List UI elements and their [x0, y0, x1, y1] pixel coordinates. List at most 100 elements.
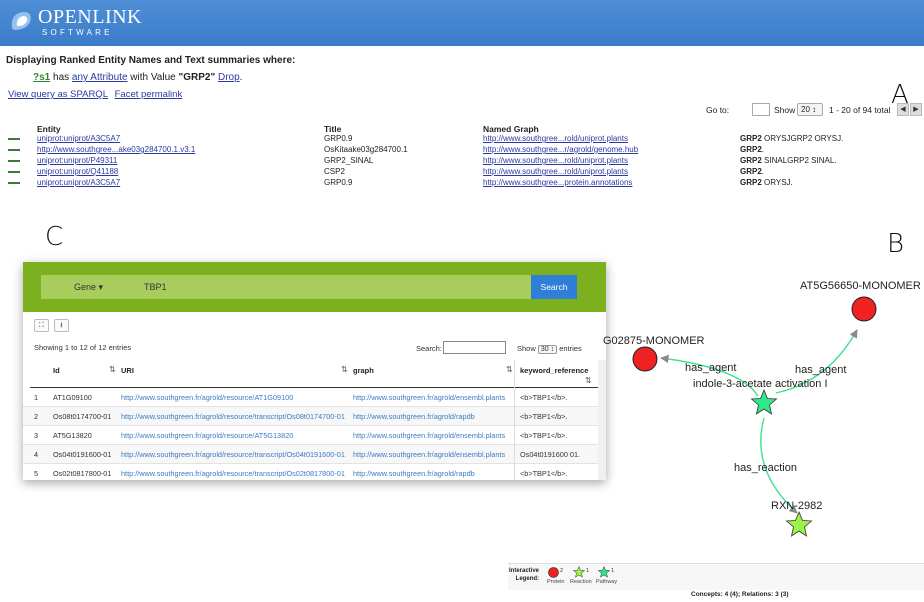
table-info: Showing 1 to 12 of 12 entries [34, 343, 132, 352]
entity-link[interactable]: uniprot:uniprot/P49311 [37, 156, 117, 165]
table-row[interactable]: 1 AT1G09100 http://www.southgreen.fr/agr… [23, 388, 606, 407]
summary-match: GRP2 [740, 134, 762, 143]
row-uri-link[interactable]: http://www.southgreen.fr/agrold/resource… [121, 426, 293, 445]
text-summary: GRP2 SINALGRP2 SINAL. [740, 156, 837, 165]
legend-reaction-icon[interactable] [573, 566, 585, 578]
goto-label: Go to: [706, 105, 730, 115]
column-title: Title [324, 124, 342, 134]
panel-label-c: C [45, 222, 64, 252]
named-graph-link[interactable]: http://www.southgree...rold/uniprot.plan… [483, 134, 628, 143]
reaction-node-star[interactable] [785, 510, 813, 537]
legend-protein-icon[interactable] [548, 567, 559, 578]
protein-node-g02875[interactable] [632, 346, 658, 372]
row-marker [8, 149, 20, 151]
drop-link[interactable]: Drop [218, 72, 240, 83]
node-label-g02875: G02875-MONOMER [603, 335, 705, 347]
legend-reaction-count: 1 [586, 568, 590, 574]
named-graph-link[interactable]: http://www.southgree...rold/uniprot.plan… [483, 156, 628, 165]
row-graph-link[interactable]: http://www.southgreen.fr/agrold/rapdb [353, 407, 475, 426]
named-graph-link[interactable]: http://www.southgree...rold/uniprot.plan… [483, 167, 628, 176]
row-graph-link[interactable]: http://www.southgreen.fr/agrold/ensembl.… [353, 388, 505, 407]
row-graph-link[interactable]: http://www.southgreen.fr/agrold/ensembl.… [353, 426, 505, 445]
row-number: 3 [34, 431, 39, 440]
entries-select[interactable]: 30 ↕ [537, 345, 558, 354]
row-marker [8, 160, 20, 162]
entity-link[interactable]: uniprot:uniprot/A3C5A7 [37, 178, 120, 187]
prev-page-icon[interactable]: ◀ [897, 103, 909, 116]
named-graph-link[interactable]: http://www.southgree...protein.annotatio… [483, 178, 632, 187]
has-text: has [53, 72, 70, 83]
row-graph-link[interactable]: http://www.southgreen.fr/agrold/ensembl.… [353, 445, 505, 464]
table-search-input[interactable] [443, 341, 506, 354]
entity-link[interactable]: uniprot:uniprot/A3C5A7 [37, 134, 120, 143]
column-divider [514, 360, 515, 480]
subject-variable-link[interactable]: ?s1 [33, 72, 50, 83]
entity-link[interactable]: http://www.southgree...ake03g284700.1.v3… [37, 145, 195, 154]
row-uri-link[interactable]: http://www.southgreen.fr/agrold/resource… [121, 445, 345, 464]
entity-title: GRP2_SINAL [324, 156, 374, 165]
goto-input[interactable] [752, 103, 770, 116]
result-row: uniprot:uniprot/A3C5A7 GRP0.9 http://www… [0, 178, 924, 189]
column-graph[interactable]: graph [353, 366, 374, 375]
result-row: uniprot:uniprot/Q41188 CSP2 http://www.s… [0, 167, 924, 178]
text-summary: GRP2 ORYSJ. [740, 178, 793, 187]
search-button[interactable]: Search [531, 275, 577, 299]
legend-pathway-label: Pathway [596, 579, 618, 585]
protein-node-at5g56650[interactable] [851, 296, 877, 322]
row-keyword: <b>TBP1</b>. [520, 431, 568, 440]
legend-pathway-count: 1 [611, 568, 615, 574]
row-uri-link[interactable]: http://www.southgreen.fr/agrold/resource… [121, 464, 345, 480]
show-label: Show [774, 105, 796, 115]
column-id[interactable]: Id [53, 366, 60, 375]
column-entity: Entity [37, 124, 61, 134]
edge-label-has-agent-left: has_agent [685, 362, 736, 374]
text-summary: GRP2 ORYSJGRP2 ORYSJ. [740, 134, 843, 143]
row-id: Os02t0817800-01 [53, 469, 112, 478]
expand-icon[interactable]: ⛶ [34, 319, 49, 332]
facet-permalink-link[interactable]: Facet permalink [115, 89, 183, 100]
legend-title: Interactive Legend: [509, 568, 540, 582]
row-uri-link[interactable]: http://www.southgreen.fr/agrold/resource… [121, 388, 293, 407]
summary-rest: ORYSJGRP2 ORYSJ. [761, 134, 844, 143]
row-graph-link[interactable]: http://www.southgreen.fr/agrold/rapdb [353, 464, 475, 480]
panel-label-b: B [887, 229, 905, 259]
with-value-text: with Value [130, 72, 176, 83]
view-sparql-link[interactable]: View query as SPARQL [8, 89, 108, 100]
sort-icon[interactable]: ⇅ [506, 365, 513, 374]
row-number: 2 [34, 412, 39, 421]
summary-match: GRP2 [740, 156, 762, 165]
sort-icon[interactable]: ⇅ [109, 365, 116, 374]
concepts-relations-summary: Concepts: 4 (4); Relations: 3 (3) [691, 591, 789, 598]
result-row: http://www.southgree...ake03g284700.1.v3… [0, 145, 924, 156]
page-size-select[interactable]: 20 ↕ [797, 103, 823, 116]
column-keyword-reference[interactable]: keyword_reference [520, 366, 588, 375]
pathway-node-star[interactable] [750, 388, 778, 415]
node-label-pathway: indole-3-acetate activation I [693, 378, 828, 390]
row-marker [8, 171, 20, 173]
table-row[interactable]: 4 Os04t0191600-01 http://www.southgreen.… [23, 445, 606, 464]
sort-icon[interactable]: ⇅ [341, 365, 348, 374]
entity-link[interactable]: uniprot:uniprot/Q41188 [37, 167, 118, 176]
drop-period: . [239, 72, 243, 83]
legend-protein-label: Protein [547, 579, 565, 585]
search-type-dropdown[interactable]: Gene ▾ [41, 275, 136, 299]
column-uri[interactable]: URI [121, 366, 134, 375]
result-range: 1 - 20 of 94 total [829, 105, 891, 115]
table-row[interactable]: 5 Os02t0817800-01 http://www.southgreen.… [23, 464, 606, 480]
download-icon[interactable]: ⭳ [54, 319, 69, 332]
table-row[interactable]: 2 Os08t0174700-01 http://www.southgreen.… [23, 407, 606, 426]
network-graph[interactable]: AT5G56650-MONOMER G02875-MONOMER indole-… [580, 270, 924, 560]
summary-rest: . [761, 167, 765, 176]
row-id: AT5G13820 [53, 431, 92, 440]
openlink-logo[interactable]: OPENLINK SOFTWARE [8, 6, 142, 40]
summary-match: GRP2 [740, 145, 762, 154]
named-graph-link[interactable]: http://www.southgree...r/agrold/genome.h… [483, 145, 638, 154]
next-page-icon[interactable]: ▶ [910, 103, 922, 116]
legend-pathway-icon[interactable] [598, 566, 610, 578]
table-row[interactable]: 3 AT5G13820 http://www.southgreen.fr/agr… [23, 426, 606, 445]
search-input[interactable]: TBP1 [144, 275, 167, 299]
row-id: AT1G09100 [53, 393, 92, 402]
attribute-link[interactable]: any Attribute [72, 72, 128, 83]
row-uri-link[interactable]: http://www.southgreen.fr/agrold/resource… [121, 407, 345, 426]
table-search-label: Search: [416, 344, 442, 353]
